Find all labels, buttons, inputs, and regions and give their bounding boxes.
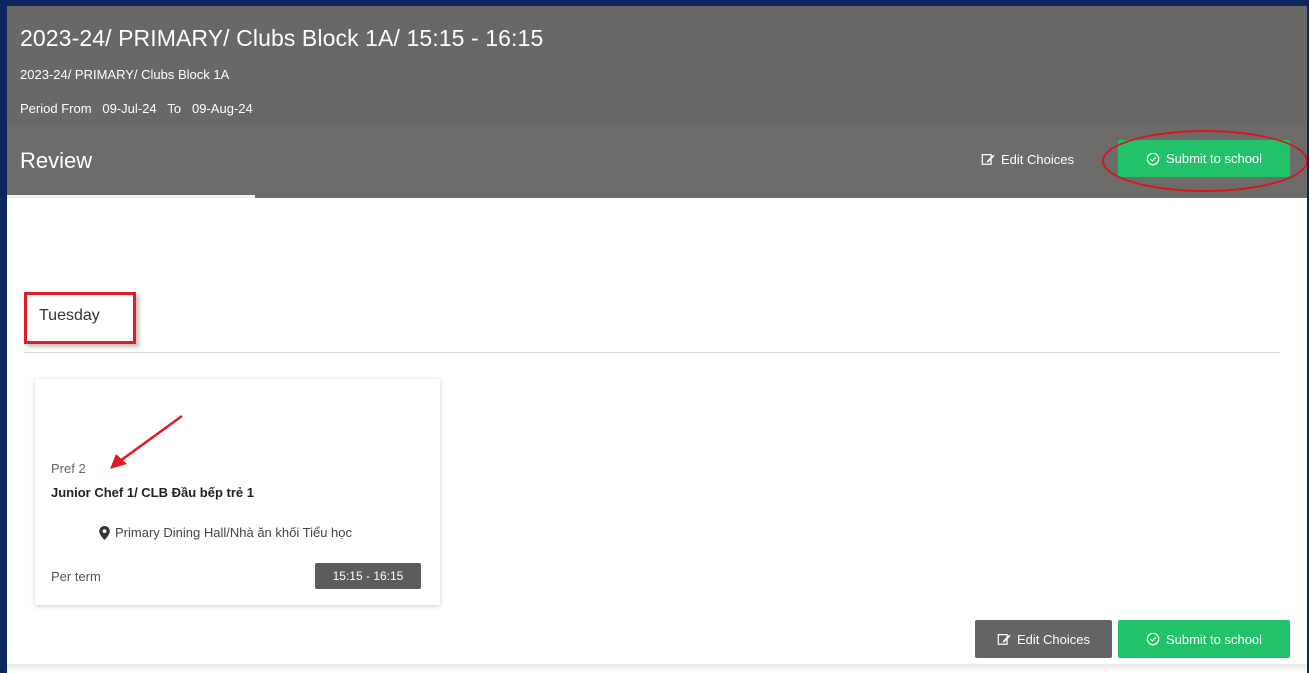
edit-choices-label: Edit Choices	[1017, 631, 1090, 647]
annotation-arrow-icon	[110, 414, 183, 469]
submit-to-school-label: Submit to school	[1165, 631, 1263, 647]
page-subtitle: 2023-24/ PRIMARY/ Clubs Block 1A	[20, 67, 230, 82]
location-text: Primary Dining Hall/Nhà ăn khối Tiểu học	[115, 525, 352, 540]
period-from-date: 09-Jul-24	[102, 101, 157, 116]
club-name: Junior Chef 1/ CLB Đầu bếp trẻ 1	[51, 485, 254, 500]
annotation-ellipse	[1102, 130, 1307, 192]
page-frame: 2023-24/ PRIMARY/ Clubs Block 1A/ 15:15 …	[7, 6, 1307, 673]
edit-choices-button-top[interactable]: Edit Choices	[975, 142, 1080, 176]
day-heading: Tuesday	[39, 307, 100, 324]
edit-choices-label: Edit Choices	[1001, 151, 1074, 167]
club-location: Primary Dining Hall/Nhà ăn khối Tiểu học	[99, 525, 352, 540]
map-pin-icon	[99, 525, 110, 540]
edit-icon	[981, 154, 995, 165]
tab-review[interactable]: Review	[20, 148, 92, 174]
choice-card[interactable]: Pref 2 Junior Chef 1/ CLB Đầu bếp trẻ 1 …	[35, 379, 440, 605]
frequency-label: Per term	[51, 569, 101, 584]
period-range: Period From 09-Jul-24 To 09-Aug-24	[20, 101, 253, 116]
day-divider	[24, 352, 1280, 353]
review-tab-underline	[7, 195, 255, 198]
period-to-date: 09-Aug-24	[192, 101, 253, 116]
period-from-label: Period From	[20, 101, 92, 116]
edit-choices-button-bottom[interactable]: Edit Choices	[975, 620, 1112, 658]
check-circle-icon	[1146, 632, 1160, 646]
edit-icon	[997, 634, 1011, 645]
time-badge: 15:15 - 16:15	[315, 563, 421, 589]
footer-shadow	[7, 664, 1307, 673]
page-title: 2023-24/ PRIMARY/ Clubs Block 1A/ 15:15 …	[20, 25, 544, 51]
period-to-label: To	[167, 101, 182, 116]
submit-to-school-button-bottom[interactable]: Submit to school	[1118, 620, 1290, 658]
preference-label: Pref 2	[51, 461, 86, 476]
